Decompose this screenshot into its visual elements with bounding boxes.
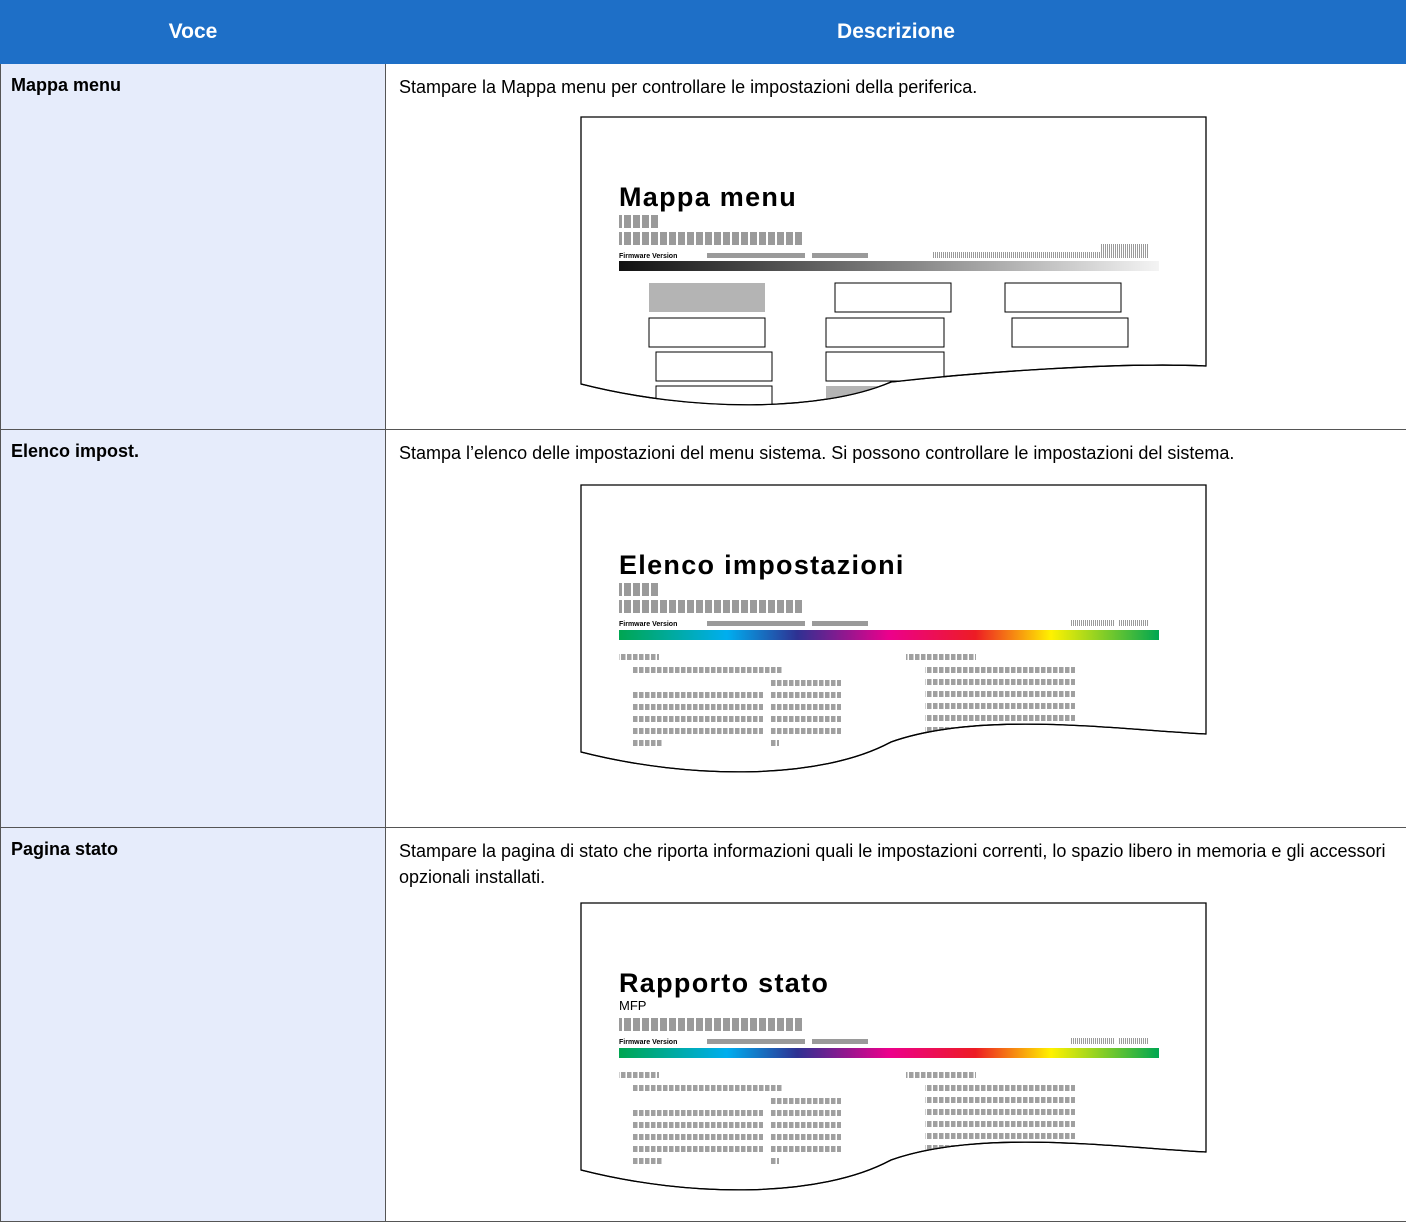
firmware-label: Firmware Version [619,253,677,260]
table-row: Mappa menu Stampare la Mappa menu per co… [1,64,1406,430]
item-label: Elenco impost. [1,430,385,462]
description-text: Stampare la Mappa menu per controllare l… [386,64,1406,100]
status-page-illustration: Rapporto stato MFP Firmware Version [561,898,1226,1203]
table-row: Pagina stato Stampare la pagina di stato… [1,828,1406,1222]
settings-list-illustration: Elenco impostazioni Firmware Version [561,480,1226,785]
firmware-label: Firmware Version [619,621,677,628]
item-label: Mappa menu [1,64,385,96]
firmware-label: Firmware Version [619,1039,677,1046]
menu-map-illustration: Mappa menu Firmware Version [561,112,1226,417]
settings-table: Voce Descrizione Mappa menu Stampare la … [0,0,1406,1222]
figure-subtitle: MFP [619,998,646,1013]
description-cell: Stampare la pagina di stato che riporta … [386,828,1406,1222]
item-cell: Elenco impost. [1,430,386,828]
table-header-row: Voce Descrizione [1,1,1406,64]
description-cell: Stampare la Mappa menu per controllare l… [386,64,1406,430]
header-item: Voce [1,1,386,64]
description-text: Stampa l’elenco delle impostazioni del m… [386,430,1406,466]
figure-title: Elenco impostazioni [619,550,905,580]
description-cell: Stampa l’elenco delle impostazioni del m… [386,430,1406,828]
item-label: Pagina stato [1,828,385,860]
table-row: Elenco impost. Stampa l’elenco delle imp… [1,430,1406,828]
figure-title: Rapporto stato [619,968,829,998]
header-description: Descrizione [386,1,1406,64]
item-cell: Mappa menu [1,64,386,430]
item-cell: Pagina stato [1,828,386,1222]
description-text: Stampare la pagina di stato che riporta … [386,828,1406,890]
figure-title: Mappa menu [619,182,797,212]
